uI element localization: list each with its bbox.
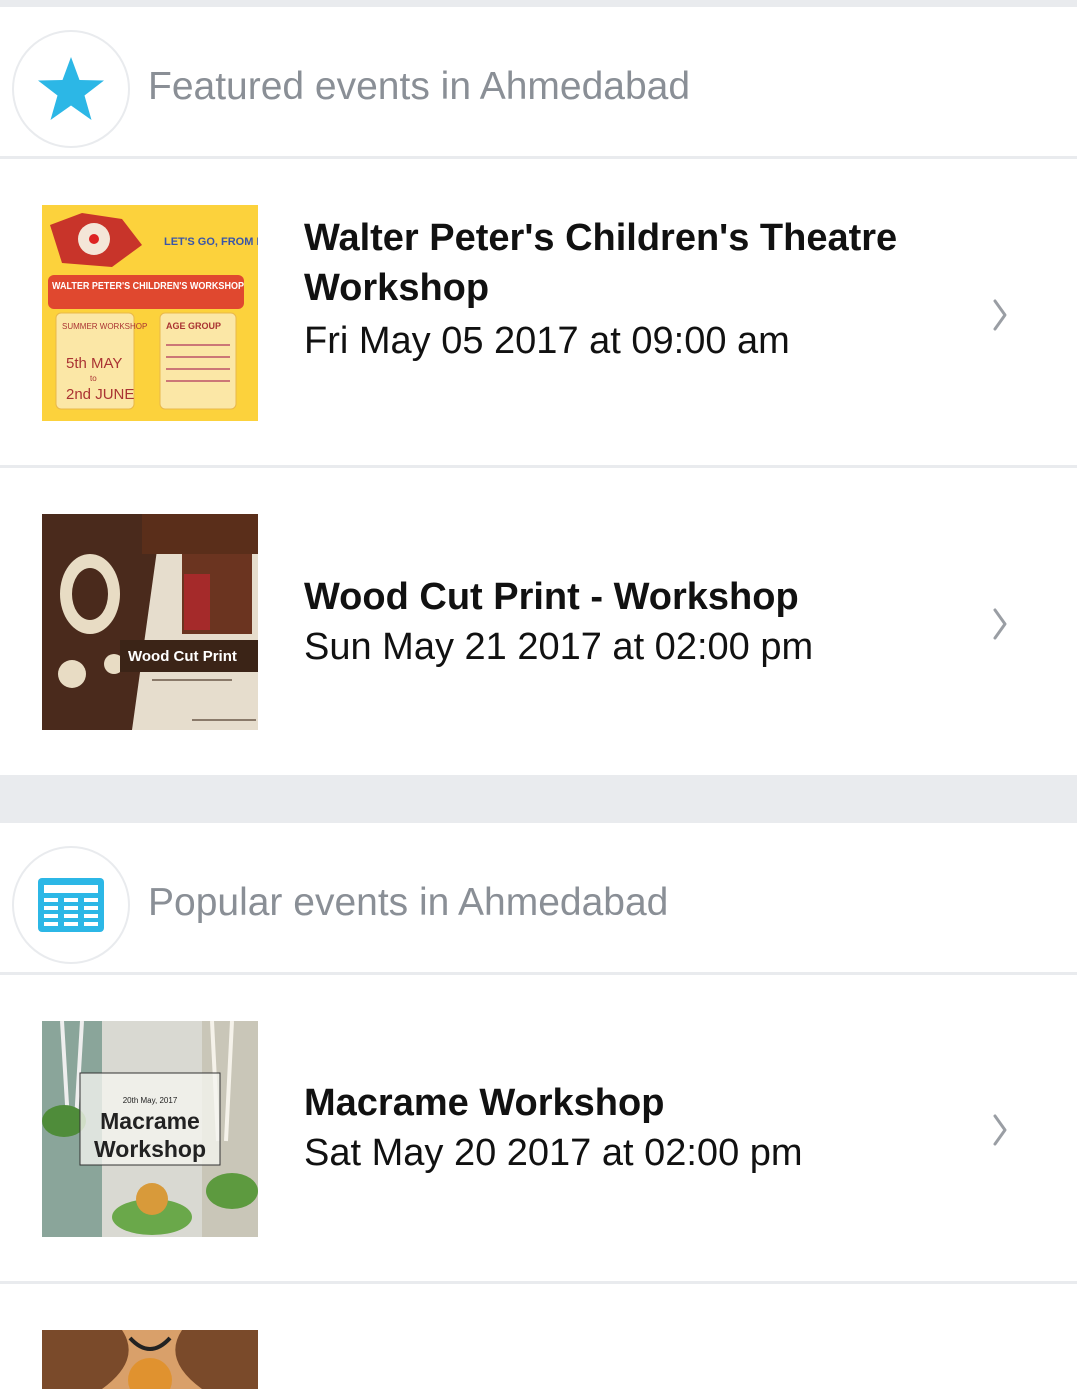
thumb-line1: Macrame — [100, 1108, 200, 1134]
event-thumbnail — [42, 1330, 258, 1389]
poster-end-date: 2nd JUNE — [66, 386, 134, 403]
event-row-partial[interactable] — [0, 1284, 1077, 1389]
chevron-right-icon — [993, 299, 1007, 331]
wood-cut-print-image: Wood Cut Print — [42, 514, 258, 730]
theatre-poster-image: LET'S GO, FROM ME TO WE WALTER PETER'S C… — [42, 205, 258, 421]
hands-image — [42, 1330, 258, 1389]
poster-to: to — [90, 374, 97, 383]
event-title: Macrame Workshop — [304, 1082, 665, 1124]
poster-banner: WALTER PETER'S CHILDREN'S WORKSHOP — [52, 281, 244, 292]
event-thumbnail: Wood Cut Print — [42, 514, 258, 730]
event-row-walter-peter[interactable]: LET'S GO, FROM ME TO WE WALTER PETER'S C… — [0, 159, 1077, 468]
featured-section-header: Featured events in Ahmedabad — [0, 7, 1077, 159]
event-thumbnail: LET'S GO, FROM ME TO WE WALTER PETER'S C… — [42, 205, 258, 421]
event-thumbnail: 20th May, 2017 Macrame Workshop — [42, 1021, 258, 1237]
event-row-macrame[interactable]: 20th May, 2017 Macrame Workshop Macrame … — [0, 975, 1077, 1284]
event-datetime: Fri May 05 2017 at 09:00 am — [304, 320, 790, 362]
poster-summer: SUMMER WORKSHOP — [62, 322, 147, 331]
thumb-line2: Workshop — [94, 1136, 206, 1162]
thumb-date: 20th May, 2017 — [123, 1096, 178, 1105]
poster-start-date: 5th MAY — [66, 355, 122, 372]
event-title-continued: Workshop — [304, 267, 490, 309]
section-separator — [0, 775, 1077, 823]
chevron-right-icon — [993, 1114, 1007, 1146]
featured-icon-badge — [12, 30, 130, 148]
popular-section-header: Popular events in Ahmedabad — [0, 823, 1077, 975]
event-title: Walter Peter's Children's Theatre — [304, 217, 898, 259]
event-details: Wood Cut Print - Workshop Sun May 21 201… — [304, 572, 954, 672]
macrame-image: 20th May, 2017 Macrame Workshop — [42, 1021, 258, 1237]
popular-section-title: Popular events in Ahmedabad — [148, 881, 669, 924]
event-details: Walter Peter's Children's Theatre Worksh… — [304, 213, 954, 366]
event-title: Wood Cut Print - Workshop — [304, 576, 799, 618]
poster-age-group: AGE GROUP — [166, 321, 221, 331]
event-datetime: Sun May 21 2017 at 02:00 pm — [304, 626, 814, 668]
event-row-wood-cut-print[interactable]: Wood Cut Print Wood Cut Print - Workshop… — [0, 468, 1077, 775]
event-datetime: Sat May 20 2017 at 02:00 pm — [304, 1132, 803, 1174]
popular-icon-badge — [12, 846, 130, 964]
event-details: Macrame Workshop Sat May 20 2017 at 02:0… — [304, 1078, 954, 1178]
featured-section-title: Featured events in Ahmedabad — [148, 65, 691, 108]
chevron-right-icon — [993, 608, 1007, 640]
thumb-label: Wood Cut Print — [128, 648, 237, 665]
poster-tagline: LET'S GO, FROM ME TO WE — [164, 236, 258, 248]
star-icon — [38, 57, 104, 120]
newspaper-icon — [38, 878, 104, 932]
top-divider — [0, 0, 1077, 7]
